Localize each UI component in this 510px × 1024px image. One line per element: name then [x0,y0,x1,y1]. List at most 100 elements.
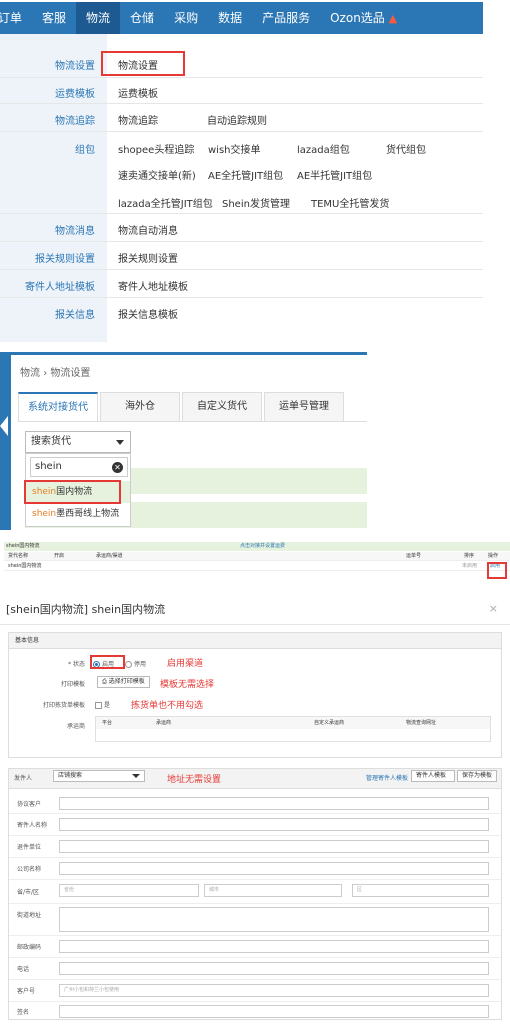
menu-link-freight-template[interactable]: 运费模板 [118,85,158,100]
agreement-customer-input[interactable] [59,797,489,810]
field-row: 公司名称 [9,858,501,880]
manage-sender-template-link[interactable]: 管理寄件人模板 [366,773,408,782]
menu-label-customs-rules: 报关规则设置 [35,254,95,265]
menu-link-ae-full-jit[interactable]: AE全托管JIT组包 [208,167,283,182]
carrier-table-header: 平台 承运商 自定义承运商 物流查询网址 [96,717,490,729]
modal-title: [shein国内物流] shein国内物流 [6,603,166,616]
field-row: 协议客户 [9,793,501,814]
collapse-arrow-icon[interactable] [0,416,8,436]
tab-tracking-number[interactable]: 运单号管理 [264,392,344,422]
menu-link-ae-half-jit[interactable]: AE半托管JIT组包 [297,167,372,182]
breadcrumb-logistics[interactable]: 物流 [20,368,40,379]
field-label: 公司名称 [17,866,42,873]
menu-link-temu[interactable]: TEMU全托管发货 [311,195,389,210]
menu-link-wish[interactable]: wish交接单 [208,141,261,156]
tab-overseas-warehouse[interactable]: 海外仓 [100,392,180,422]
field-row: 电话 [9,958,501,980]
company-name-input[interactable] [59,862,489,875]
flame-icon: ▲ [388,12,398,25]
nav-item-orders[interactable]: 订单 [0,2,32,34]
nav-item-product-service[interactable]: 产品服务 [252,2,320,34]
column-header: 操作 [488,553,499,559]
column-header: 自定义承运商 [314,720,345,726]
highlight-box [487,562,507,579]
pick-list-checkbox[interactable]: 是 [95,700,110,709]
highlight-box [90,655,125,669]
option-rest-text: 墨西哥线上物流 [56,509,120,519]
sidebar-strip [0,352,11,530]
select-print-template-button[interactable]: ⎙ 选择打印模板 [97,676,150,688]
note-no-template: 模板无需选择 [160,680,215,690]
menu-link-forwarder-package[interactable]: 货代组包 [386,141,426,156]
nav-item-ozon[interactable]: Ozon选品 ▲ [320,2,407,34]
street-address-input[interactable] [59,907,489,932]
nav-item-warehouse[interactable]: 仓储 [120,2,164,34]
caret-down-icon [116,440,124,445]
close-icon[interactable]: × [489,602,498,615]
menu-link-lazada[interactable]: lazada组包 [297,141,350,156]
field-row: 寄件人名称 [9,814,501,836]
field-label: 客户号 [17,988,36,995]
row-status: 未启用 [462,563,478,569]
tab-system-forwarder[interactable]: 系统对接货代 [18,392,98,422]
nav-item-service[interactable]: 客服 [32,2,76,34]
city-input[interactable]: 城市 [204,884,342,897]
menu-row-customs-info: 报关信息 报关信息模板 [0,298,483,326]
menu-link-auto-tracking[interactable]: 自动追踪规则 [207,112,267,127]
nav-item-ozon-label: Ozon选品 [330,11,385,25]
postal-code-input[interactable] [59,940,489,953]
table-hint[interactable]: 点击对接并设置运费 [240,542,285,551]
status-label: * 状态 [68,661,85,668]
menu-label-package: 组包 [75,145,95,156]
province-input[interactable]: 省份 [59,884,199,897]
print-button-label: 选择打印模板 [108,678,145,685]
breadcrumb: 物流 › 物流设置 [20,364,90,379]
menu-row-freight: 运费模板 运费模板 [0,78,483,104]
phone-input[interactable] [59,962,489,975]
menu-link-customs-rules[interactable]: 报关规则设置 [118,250,178,265]
customer-number-input[interactable]: 广州小包和荷兰小包使用 [59,984,489,997]
carrier-table: 平台 承运商 自定义承运商 物流查询网址 [95,716,491,742]
menu-link-tracking[interactable]: 物流追踪 [118,112,158,127]
sender-label: 发件人 [14,775,33,782]
save-as-template-button[interactable]: 保存为模板 [457,770,498,782]
column-header: 开启 [54,553,65,559]
checkbox-icon [95,702,102,709]
district-input[interactable]: 区 [352,884,489,897]
menu-link-aliexpress-handover[interactable]: 速卖通交接单(新) [118,167,196,182]
pick-list-checkbox-label: 是 [104,702,111,709]
field-label: 签名 [17,1009,30,1016]
menu-link-shein-delivery[interactable]: Shein发货管理 [222,195,290,210]
menu-link-shopee[interactable]: shopee头程追踪 [118,141,194,156]
highlight-box [101,51,185,76]
menu-link-lazada-jit[interactable]: lazada全托管JIT组包 [118,195,213,210]
clear-icon[interactable]: ✕ [112,462,123,473]
menu-label-message: 物流消息 [55,226,95,237]
shop-search-select[interactable]: 店铺搜索 [53,770,145,782]
menu-link-sender-template[interactable]: 寄件人地址模板 [118,278,188,293]
breadcrumb-settings: 物流设置 [50,368,91,379]
tab-divider [18,421,367,422]
forwarder-search-select[interactable]: 搜索货代 [25,431,131,453]
menu-row-sender: 寄件人地址模板 寄件人地址模板 [0,270,483,298]
table-header: 货代名称 开启 承运商/渠道 运单号 排序 操作 [4,552,510,561]
option-shein-mexico[interactable]: shein墨西哥线上物流 [26,503,130,525]
menu-row-message: 物流消息 物流自动消息 [0,214,483,242]
menu-row-customs-rules: 报关规则设置 报关规则设置 [0,242,483,270]
field-label: 省/市/区 [17,889,40,896]
sender-template-select[interactable]: 寄件人模板 [411,770,455,782]
nav-item-logistics[interactable]: 物流 [76,2,121,34]
shop-search-value: 店铺搜索 [58,772,83,779]
signature-input[interactable] [59,1005,489,1018]
column-header: 排序 [464,553,475,559]
nav-item-data[interactable]: 数据 [208,2,252,34]
tab-custom-forwarder[interactable]: 自定义货代 [182,392,262,422]
return-unit-input[interactable] [59,840,489,853]
menu-link-auto-message[interactable]: 物流自动消息 [118,222,178,237]
menu-link-customs-info[interactable]: 报关信息模板 [118,306,178,321]
dropdown-search-input[interactable]: shein ✕ [30,457,128,477]
radio-unchecked-icon [125,661,132,668]
sender-name-input[interactable] [59,818,489,831]
nav-item-purchase[interactable]: 采购 [164,2,208,34]
status-disable-radio[interactable]: 停用 [125,659,146,668]
